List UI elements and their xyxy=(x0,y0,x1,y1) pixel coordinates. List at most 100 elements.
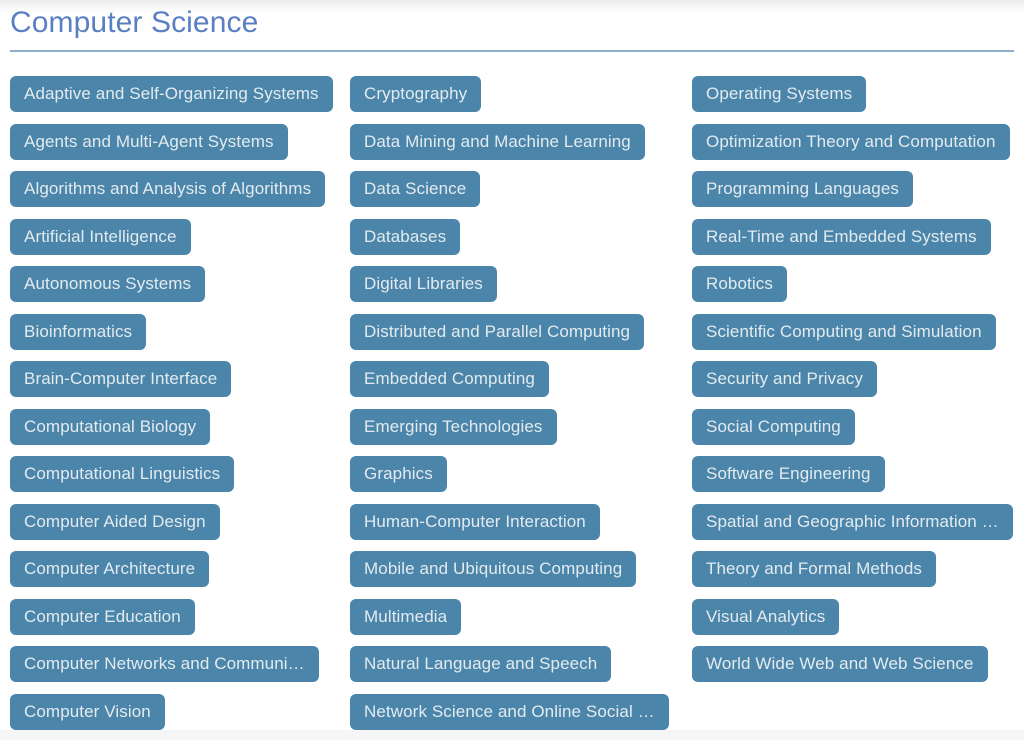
topic-chip-row: Human-Computer Interaction xyxy=(350,503,692,552)
topic-chip-row: Software Engineering xyxy=(692,456,1024,504)
topic-chip[interactable]: Graphics xyxy=(350,456,447,492)
topic-chip[interactable]: Software Engineering xyxy=(692,456,885,492)
topic-chip-row: Databases xyxy=(350,218,692,267)
topic-chip[interactable]: Adaptive and Self-Organizing Systems xyxy=(10,76,333,112)
topic-chip-row: Graphics xyxy=(350,456,692,504)
topic-chip-label: Natural Language and Speech xyxy=(364,654,598,673)
topic-chip-label: Network Science and Online Social … xyxy=(364,701,655,721)
topic-chip[interactable]: Mobile and Ubiquitous Computing xyxy=(350,551,637,587)
topic-chip-label: Distributed and Parallel Computing xyxy=(364,321,631,341)
topic-chip-label: Computational Linguistics xyxy=(24,464,221,483)
topic-chip-label: Human-Computer Interaction xyxy=(364,511,586,531)
topic-chip[interactable]: Robotics xyxy=(692,266,787,302)
topic-chip-label: Optimization Theory and Computation xyxy=(706,131,996,151)
topic-chip-label: Emerging Technologies xyxy=(364,416,543,436)
topic-chip-label: Robotics xyxy=(706,274,773,293)
topic-chip[interactable]: Spatial and Geographic Information … xyxy=(692,503,1013,540)
title-divider xyxy=(10,50,1014,52)
topic-chip-row: Computational Biology xyxy=(10,408,350,457)
topic-chip[interactable]: Multimedia xyxy=(350,598,462,635)
topic-chip[interactable]: Databases xyxy=(350,218,461,255)
topic-chip-row: Agents and Multi-Agent Systems xyxy=(10,123,350,172)
topic-chip[interactable]: Emerging Technologies xyxy=(350,408,557,445)
topic-chip[interactable]: Digital Libraries xyxy=(350,266,497,302)
topic-chip-label: Security and Privacy xyxy=(706,369,863,388)
topic-chip-label: Graphics xyxy=(364,464,433,483)
topic-chip-row: Cryptography xyxy=(350,76,692,124)
topic-chip-row: Natural Language and Speech xyxy=(350,646,692,694)
topic-chip-label: Artificial Intelligence xyxy=(24,226,177,246)
topic-chip[interactable]: Computer Architecture xyxy=(10,551,210,587)
topic-chip[interactable]: Computer Education xyxy=(10,598,195,635)
topic-chip[interactable]: Embedded Computing xyxy=(350,361,549,397)
topic-chip[interactable]: Computational Linguistics xyxy=(10,456,235,492)
topic-chip-label: Computer Networks and Communi… xyxy=(24,654,305,673)
topic-chip[interactable]: Data Mining and Machine Learning xyxy=(350,123,645,160)
topic-chip[interactable]: World Wide Web and Web Science xyxy=(692,646,988,682)
topic-chip-row: Computer Education xyxy=(10,598,350,647)
topic-chip[interactable]: Real-Time and Embedded Systems xyxy=(692,218,991,255)
page-title: Computer Science xyxy=(10,6,259,39)
topic-chip-row: Social Computing xyxy=(692,408,1024,457)
topic-chip-label: Computer Aided Design xyxy=(24,511,206,531)
topic-chip-label: Computational Biology xyxy=(24,416,197,436)
topic-chip-label: Digital Libraries xyxy=(364,274,483,293)
topic-columns: Adaptive and Self-Organizing Systems Agen… xyxy=(0,76,1024,740)
page-root: Computer Science Adaptive and Self-Organ… xyxy=(0,0,1024,740)
topic-chip[interactable]: Security and Privacy xyxy=(692,361,877,397)
topic-chip[interactable]: Visual Analytics xyxy=(692,598,840,635)
topic-chip-label: Brain-Computer Interface xyxy=(24,369,218,388)
topic-chip-row: Computer Aided Design xyxy=(10,503,350,552)
topic-chip[interactable]: Cryptography xyxy=(350,76,482,112)
topic-chip[interactable]: Natural Language and Speech xyxy=(350,646,612,682)
topic-chip[interactable]: Optimization Theory and Computation xyxy=(692,123,1010,160)
topic-chip-label: Computer Architecture xyxy=(24,559,196,578)
topic-column-1: Adaptive and Self-Organizing Systems Agen… xyxy=(10,76,350,740)
topic-chip-row: Autonomous Systems xyxy=(10,266,350,314)
topic-chip[interactable]: Brain-Computer Interface xyxy=(10,361,232,397)
topic-chip-row: Optimization Theory and Computation xyxy=(692,123,1024,172)
topic-chip-row: Distributed and Parallel Computing xyxy=(350,313,692,362)
topic-chip[interactable]: Bioinformatics xyxy=(10,313,147,350)
topic-chip-label: Algorithms and Analysis of Algorithms xyxy=(24,179,312,198)
topic-chip[interactable]: Theory and Formal Methods xyxy=(692,551,937,587)
topic-chip-label: Scientific Computing and Simulation xyxy=(706,321,982,341)
topic-chip-row: Computational Linguistics xyxy=(10,456,350,504)
topic-chip[interactable]: Distributed and Parallel Computing xyxy=(350,313,645,350)
topic-chip-label: Programming Languages xyxy=(706,179,899,198)
topic-chip[interactable]: Scientific Computing and Simulation xyxy=(692,313,996,350)
topic-chip[interactable]: Computational Biology xyxy=(10,408,211,445)
topic-chip[interactable]: Autonomous Systems xyxy=(10,266,206,302)
topic-chip-label: Theory and Formal Methods xyxy=(706,559,923,578)
topic-chip-row: Network Science and Online Social … xyxy=(350,693,692,740)
topic-chip[interactable]: Computer Vision xyxy=(10,693,165,730)
topic-chip[interactable]: Computer Aided Design xyxy=(10,503,220,540)
topic-chip-label: Operating Systems xyxy=(706,84,853,103)
topic-chip-label: Adaptive and Self-Organizing Systems xyxy=(24,84,319,103)
topic-chip-label: Social Computing xyxy=(706,416,841,436)
topic-chip[interactable]: Social Computing xyxy=(692,408,855,445)
topic-chip-label: Spatial and Geographic Information … xyxy=(706,511,999,531)
topic-chip-row: Programming Languages xyxy=(692,171,1024,219)
topic-chip-label: Cryptography xyxy=(364,84,468,103)
topic-chip[interactable]: Data Science xyxy=(350,171,481,207)
topic-chip[interactable]: Human-Computer Interaction xyxy=(350,503,600,540)
topic-chip-row: Digital Libraries xyxy=(350,266,692,314)
topic-chip[interactable]: Operating Systems xyxy=(692,76,867,112)
topic-chip-row: Multimedia xyxy=(350,598,692,647)
topic-chip[interactable]: Computer Networks and Communi… xyxy=(10,646,319,682)
topic-chip[interactable]: Artificial Intelligence xyxy=(10,218,191,255)
topic-chip[interactable]: Algorithms and Analysis of Algorithms xyxy=(10,171,326,207)
topic-chip-row: Mobile and Ubiquitous Computing xyxy=(350,551,692,599)
topic-chip-row: Data Mining and Machine Learning xyxy=(350,123,692,172)
topic-chip-label: Bioinformatics xyxy=(24,321,133,341)
topic-chip-label: Embedded Computing xyxy=(364,369,535,388)
topic-chip-row: Computer Networks and Communi… xyxy=(10,646,350,694)
topic-chip[interactable]: Agents and Multi-Agent Systems xyxy=(10,123,288,160)
topic-chip[interactable]: Network Science and Online Social … xyxy=(350,693,669,730)
topic-chip-label: Autonomous Systems xyxy=(24,274,192,293)
topic-chip-row: Artificial Intelligence xyxy=(10,218,350,267)
topic-chip-label: Databases xyxy=(364,226,447,246)
topic-chip-row: Spatial and Geographic Information … xyxy=(692,503,1024,552)
topic-chip[interactable]: Programming Languages xyxy=(692,171,913,207)
